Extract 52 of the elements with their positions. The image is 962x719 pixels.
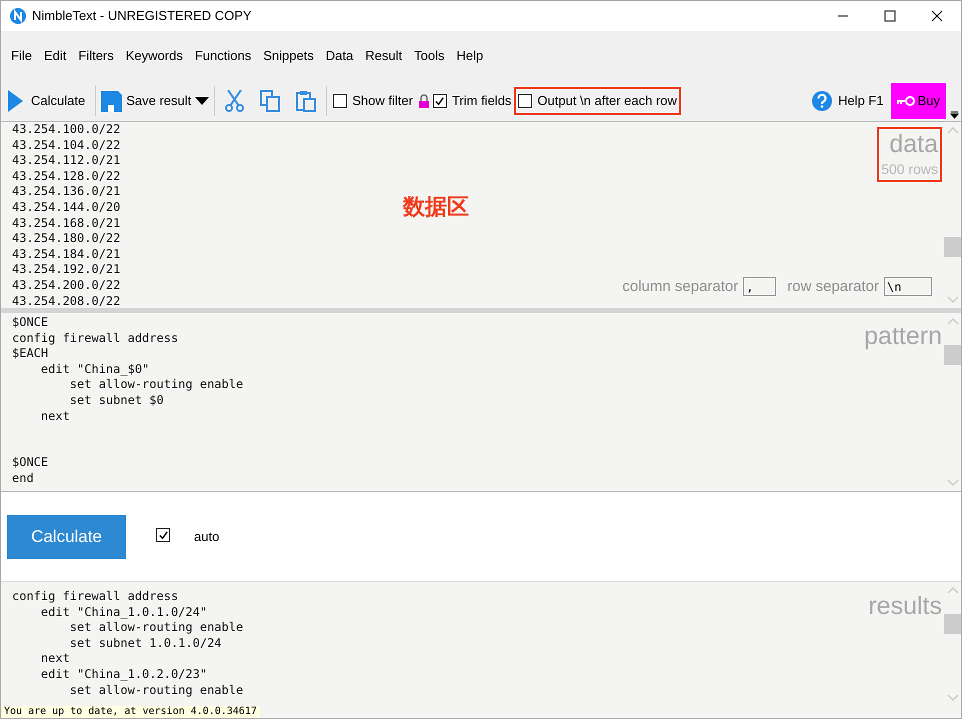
- checkbox[interactable]: [432, 94, 447, 108]
- results-text[interactable]: config firewall address edit "China_1.0.1.0/24" set allow-routing enable set subnet 1.0.1.0/24 next edit "China_1.0.2.0/23" set allow-routing enable: [1, 582, 244, 706]
- menu-item[interactable]: Functions: [194, 46, 252, 66]
- checkbox[interactable]: [333, 94, 348, 108]
- data-text[interactable]: 43.254.100.0/22 43.254.104.0/22 43.254.112.0/21 43.254.128.0/22 43.254.136.0/21 43.254.144.0/20 43.254.168.0/21 43.254.180.0/22 43.254.184.0/21 43.254.192.0/21 43.254.200.0/22 43.254.208.0/22: [1, 122, 120, 308]
- menu-item[interactable]: Tools: [414, 46, 444, 66]
- scrollbar-thumb[interactable]: [944, 237, 961, 257]
- checkbox-label[interactable]: Output \n after each row: [537, 91, 677, 111]
- auto-label[interactable]: auto: [194, 526, 220, 546]
- data-heading: data: [889, 129, 938, 159]
- play-icon: [8, 90, 23, 112]
- checkbox[interactable]: [518, 94, 532, 108]
- checkbox-label[interactable]: Show filter: [352, 91, 413, 111]
- scissors-icon[interactable]: [225, 90, 244, 112]
- caret-icon: [195, 97, 210, 105]
- maximize-icon[interactable]: [884, 10, 896, 22]
- app-logo-icon: [10, 8, 26, 24]
- row-count: 500 rows: [881, 160, 938, 179]
- copy-icon[interactable]: [260, 90, 280, 112]
- menu-item[interactable]: File: [11, 46, 32, 66]
- menu-item[interactable]: Edit: [44, 46, 66, 66]
- results-heading: results: [868, 591, 942, 621]
- scrollbar-thumb[interactable]: [944, 614, 961, 634]
- close-icon[interactable]: [931, 10, 943, 22]
- menu-item[interactable]: Keywords: [126, 46, 183, 66]
- buy-button[interactable]: Buy: [890, 83, 946, 119]
- row-separator-label: row separator: [787, 276, 879, 296]
- overflow-icon[interactable]: [950, 110, 959, 119]
- help-icon: [812, 91, 832, 111]
- menu-item[interactable]: Snippets: [263, 46, 314, 66]
- menu-item[interactable]: Result: [365, 46, 402, 66]
- calculate-button[interactable]: Calculate: [7, 514, 126, 558]
- pattern-heading: pattern: [864, 321, 942, 351]
- column-separator-field[interactable]: ,: [743, 277, 776, 296]
- auto-checkbox[interactable]: [156, 528, 170, 542]
- row-separator-field[interactable]: \n: [884, 277, 932, 296]
- menu-item[interactable]: Filters: [78, 46, 114, 66]
- annotation-text: 数据区: [403, 193, 469, 221]
- lock-icon[interactable]: [418, 94, 430, 108]
- scrollbar-thumb[interactable]: [944, 345, 961, 365]
- status-message: You are up to date, at version 4.0.0.34617: [1, 706, 260, 718]
- calculate-toolbar-button[interactable]: Calculate: [1, 84, 96, 118]
- menu-item[interactable]: Help: [456, 46, 484, 66]
- window-title: NimbleText - UNREGISTERED COPY: [32, 7, 252, 26]
- column-separator-label: column separator: [622, 276, 738, 296]
- key-icon: [896, 96, 915, 106]
- paste-icon[interactable]: [296, 90, 316, 112]
- save-result-button[interactable]: Save result: [96, 84, 214, 118]
- checkbox-label[interactable]: Trim fields: [452, 91, 512, 111]
- help-button[interactable]: Help F1: [812, 91, 884, 111]
- menu-item[interactable]: Data: [326, 46, 354, 66]
- pattern-text[interactable]: $ONCE config firewall address $EACH edit "China_$0" set allow-routing enable set subnet $0 next $ONCE end: [1, 313, 244, 491]
